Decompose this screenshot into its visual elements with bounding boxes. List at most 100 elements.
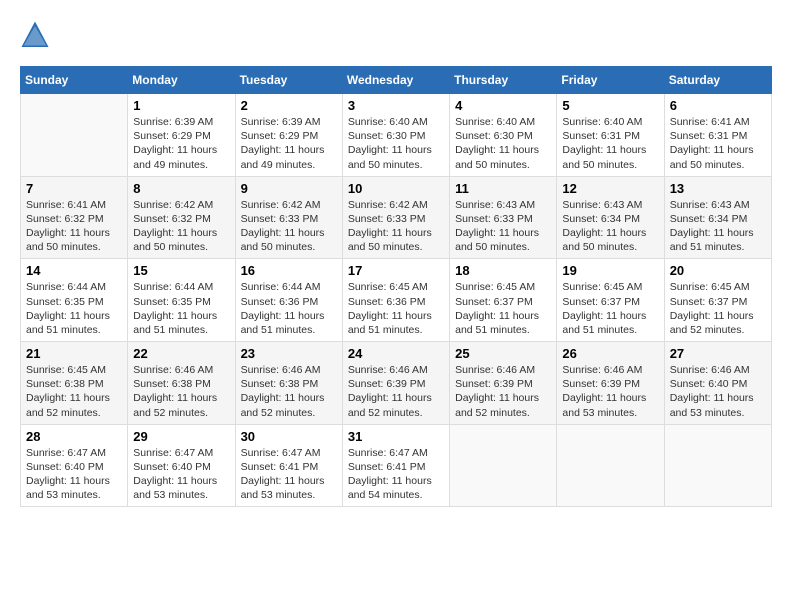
day-number: 22 xyxy=(133,346,229,361)
calendar-cell: 21 Sunrise: 6:45 AM Sunset: 6:38 PM Dayl… xyxy=(21,342,128,425)
sunset: Sunset: 6:37 PM xyxy=(670,295,766,309)
sunrise: Sunrise: 6:44 AM xyxy=(241,280,337,294)
calendar-cell: 24 Sunrise: 6:46 AM Sunset: 6:39 PM Dayl… xyxy=(342,342,449,425)
sunrise: Sunrise: 6:46 AM xyxy=(133,363,229,377)
sunset: Sunset: 6:30 PM xyxy=(348,129,444,143)
day-info: Sunrise: 6:47 AM Sunset: 6:40 PM Dayligh… xyxy=(26,446,122,503)
sunset: Sunset: 6:32 PM xyxy=(133,212,229,226)
daylight: Daylight: 11 hours and 52 minutes. xyxy=(26,391,122,419)
sunset: Sunset: 6:34 PM xyxy=(562,212,658,226)
daylight: Daylight: 11 hours and 50 minutes. xyxy=(348,143,444,171)
day-info: Sunrise: 6:45 AM Sunset: 6:38 PM Dayligh… xyxy=(26,363,122,420)
daylight: Daylight: 11 hours and 51 minutes. xyxy=(562,309,658,337)
calendar-cell: 8 Sunrise: 6:42 AM Sunset: 6:32 PM Dayli… xyxy=(128,176,235,259)
calendar-cell: 19 Sunrise: 6:45 AM Sunset: 6:37 PM Dayl… xyxy=(557,259,664,342)
daylight: Daylight: 11 hours and 51 minutes. xyxy=(348,309,444,337)
day-info: Sunrise: 6:47 AM Sunset: 6:40 PM Dayligh… xyxy=(133,446,229,503)
sunset: Sunset: 6:30 PM xyxy=(455,129,551,143)
daylight: Daylight: 11 hours and 53 minutes. xyxy=(562,391,658,419)
calendar-cell: 14 Sunrise: 6:44 AM Sunset: 6:35 PM Dayl… xyxy=(21,259,128,342)
day-info: Sunrise: 6:45 AM Sunset: 6:37 PM Dayligh… xyxy=(670,280,766,337)
sunset: Sunset: 6:38 PM xyxy=(133,377,229,391)
sunrise: Sunrise: 6:43 AM xyxy=(455,198,551,212)
day-number: 10 xyxy=(348,181,444,196)
day-info: Sunrise: 6:42 AM Sunset: 6:33 PM Dayligh… xyxy=(348,198,444,255)
day-number: 5 xyxy=(562,98,658,113)
day-number: 18 xyxy=(455,263,551,278)
sunrise: Sunrise: 6:46 AM xyxy=(455,363,551,377)
day-number: 15 xyxy=(133,263,229,278)
day-info: Sunrise: 6:40 AM Sunset: 6:30 PM Dayligh… xyxy=(348,115,444,172)
day-info: Sunrise: 6:42 AM Sunset: 6:33 PM Dayligh… xyxy=(241,198,337,255)
daylight: Daylight: 11 hours and 50 minutes. xyxy=(133,226,229,254)
calendar-cell xyxy=(557,424,664,507)
day-number: 26 xyxy=(562,346,658,361)
weekday-header: Friday xyxy=(557,67,664,94)
calendar-cell: 27 Sunrise: 6:46 AM Sunset: 6:40 PM Dayl… xyxy=(664,342,771,425)
sunset: Sunset: 6:37 PM xyxy=(562,295,658,309)
day-number: 13 xyxy=(670,181,766,196)
day-info: Sunrise: 6:39 AM Sunset: 6:29 PM Dayligh… xyxy=(133,115,229,172)
calendar-week-row: 1 Sunrise: 6:39 AM Sunset: 6:29 PM Dayli… xyxy=(21,94,772,177)
daylight: Daylight: 11 hours and 53 minutes. xyxy=(670,391,766,419)
sunset: Sunset: 6:33 PM xyxy=(348,212,444,226)
calendar-cell: 30 Sunrise: 6:47 AM Sunset: 6:41 PM Dayl… xyxy=(235,424,342,507)
sunrise: Sunrise: 6:39 AM xyxy=(133,115,229,129)
logo-icon xyxy=(20,20,50,50)
calendar-cell: 28 Sunrise: 6:47 AM Sunset: 6:40 PM Dayl… xyxy=(21,424,128,507)
weekday-header: Monday xyxy=(128,67,235,94)
day-number: 7 xyxy=(26,181,122,196)
sunrise: Sunrise: 6:42 AM xyxy=(133,198,229,212)
calendar-cell: 26 Sunrise: 6:46 AM Sunset: 6:39 PM Dayl… xyxy=(557,342,664,425)
sunrise: Sunrise: 6:47 AM xyxy=(133,446,229,460)
daylight: Daylight: 11 hours and 52 minutes. xyxy=(241,391,337,419)
sunrise: Sunrise: 6:45 AM xyxy=(562,280,658,294)
calendar-cell xyxy=(21,94,128,177)
sunset: Sunset: 6:36 PM xyxy=(348,295,444,309)
day-info: Sunrise: 6:45 AM Sunset: 6:37 PM Dayligh… xyxy=(562,280,658,337)
daylight: Daylight: 11 hours and 50 minutes. xyxy=(241,226,337,254)
sunset: Sunset: 6:29 PM xyxy=(133,129,229,143)
calendar-cell: 12 Sunrise: 6:43 AM Sunset: 6:34 PM Dayl… xyxy=(557,176,664,259)
calendar-cell: 31 Sunrise: 6:47 AM Sunset: 6:41 PM Dayl… xyxy=(342,424,449,507)
logo xyxy=(20,20,54,50)
sunset: Sunset: 6:32 PM xyxy=(26,212,122,226)
sunset: Sunset: 6:41 PM xyxy=(348,460,444,474)
day-info: Sunrise: 6:40 AM Sunset: 6:30 PM Dayligh… xyxy=(455,115,551,172)
sunset: Sunset: 6:36 PM xyxy=(241,295,337,309)
sunset: Sunset: 6:39 PM xyxy=(562,377,658,391)
sunset: Sunset: 6:38 PM xyxy=(26,377,122,391)
day-info: Sunrise: 6:46 AM Sunset: 6:39 PM Dayligh… xyxy=(348,363,444,420)
daylight: Daylight: 11 hours and 49 minutes. xyxy=(133,143,229,171)
day-info: Sunrise: 6:43 AM Sunset: 6:34 PM Dayligh… xyxy=(562,198,658,255)
sunrise: Sunrise: 6:40 AM xyxy=(455,115,551,129)
day-number: 19 xyxy=(562,263,658,278)
day-number: 20 xyxy=(670,263,766,278)
calendar-cell: 13 Sunrise: 6:43 AM Sunset: 6:34 PM Dayl… xyxy=(664,176,771,259)
calendar-cell: 20 Sunrise: 6:45 AM Sunset: 6:37 PM Dayl… xyxy=(664,259,771,342)
daylight: Daylight: 11 hours and 53 minutes. xyxy=(133,474,229,502)
daylight: Daylight: 11 hours and 54 minutes. xyxy=(348,474,444,502)
sunset: Sunset: 6:31 PM xyxy=(562,129,658,143)
sunset: Sunset: 6:35 PM xyxy=(26,295,122,309)
calendar-cell: 25 Sunrise: 6:46 AM Sunset: 6:39 PM Dayl… xyxy=(450,342,557,425)
day-info: Sunrise: 6:44 AM Sunset: 6:35 PM Dayligh… xyxy=(133,280,229,337)
calendar-week-row: 21 Sunrise: 6:45 AM Sunset: 6:38 PM Dayl… xyxy=(21,342,772,425)
weekday-header: Sunday xyxy=(21,67,128,94)
calendar-cell: 9 Sunrise: 6:42 AM Sunset: 6:33 PM Dayli… xyxy=(235,176,342,259)
sunrise: Sunrise: 6:44 AM xyxy=(133,280,229,294)
calendar-cell: 18 Sunrise: 6:45 AM Sunset: 6:37 PM Dayl… xyxy=(450,259,557,342)
sunset: Sunset: 6:40 PM xyxy=(133,460,229,474)
daylight: Daylight: 11 hours and 50 minutes. xyxy=(455,226,551,254)
day-number: 23 xyxy=(241,346,337,361)
sunrise: Sunrise: 6:39 AM xyxy=(241,115,337,129)
sunset: Sunset: 6:39 PM xyxy=(348,377,444,391)
daylight: Daylight: 11 hours and 51 minutes. xyxy=(26,309,122,337)
sunrise: Sunrise: 6:45 AM xyxy=(670,280,766,294)
sunrise: Sunrise: 6:45 AM xyxy=(26,363,122,377)
day-number: 28 xyxy=(26,429,122,444)
day-number: 6 xyxy=(670,98,766,113)
day-number: 11 xyxy=(455,181,551,196)
calendar-cell: 17 Sunrise: 6:45 AM Sunset: 6:36 PM Dayl… xyxy=(342,259,449,342)
daylight: Daylight: 11 hours and 50 minutes. xyxy=(670,143,766,171)
